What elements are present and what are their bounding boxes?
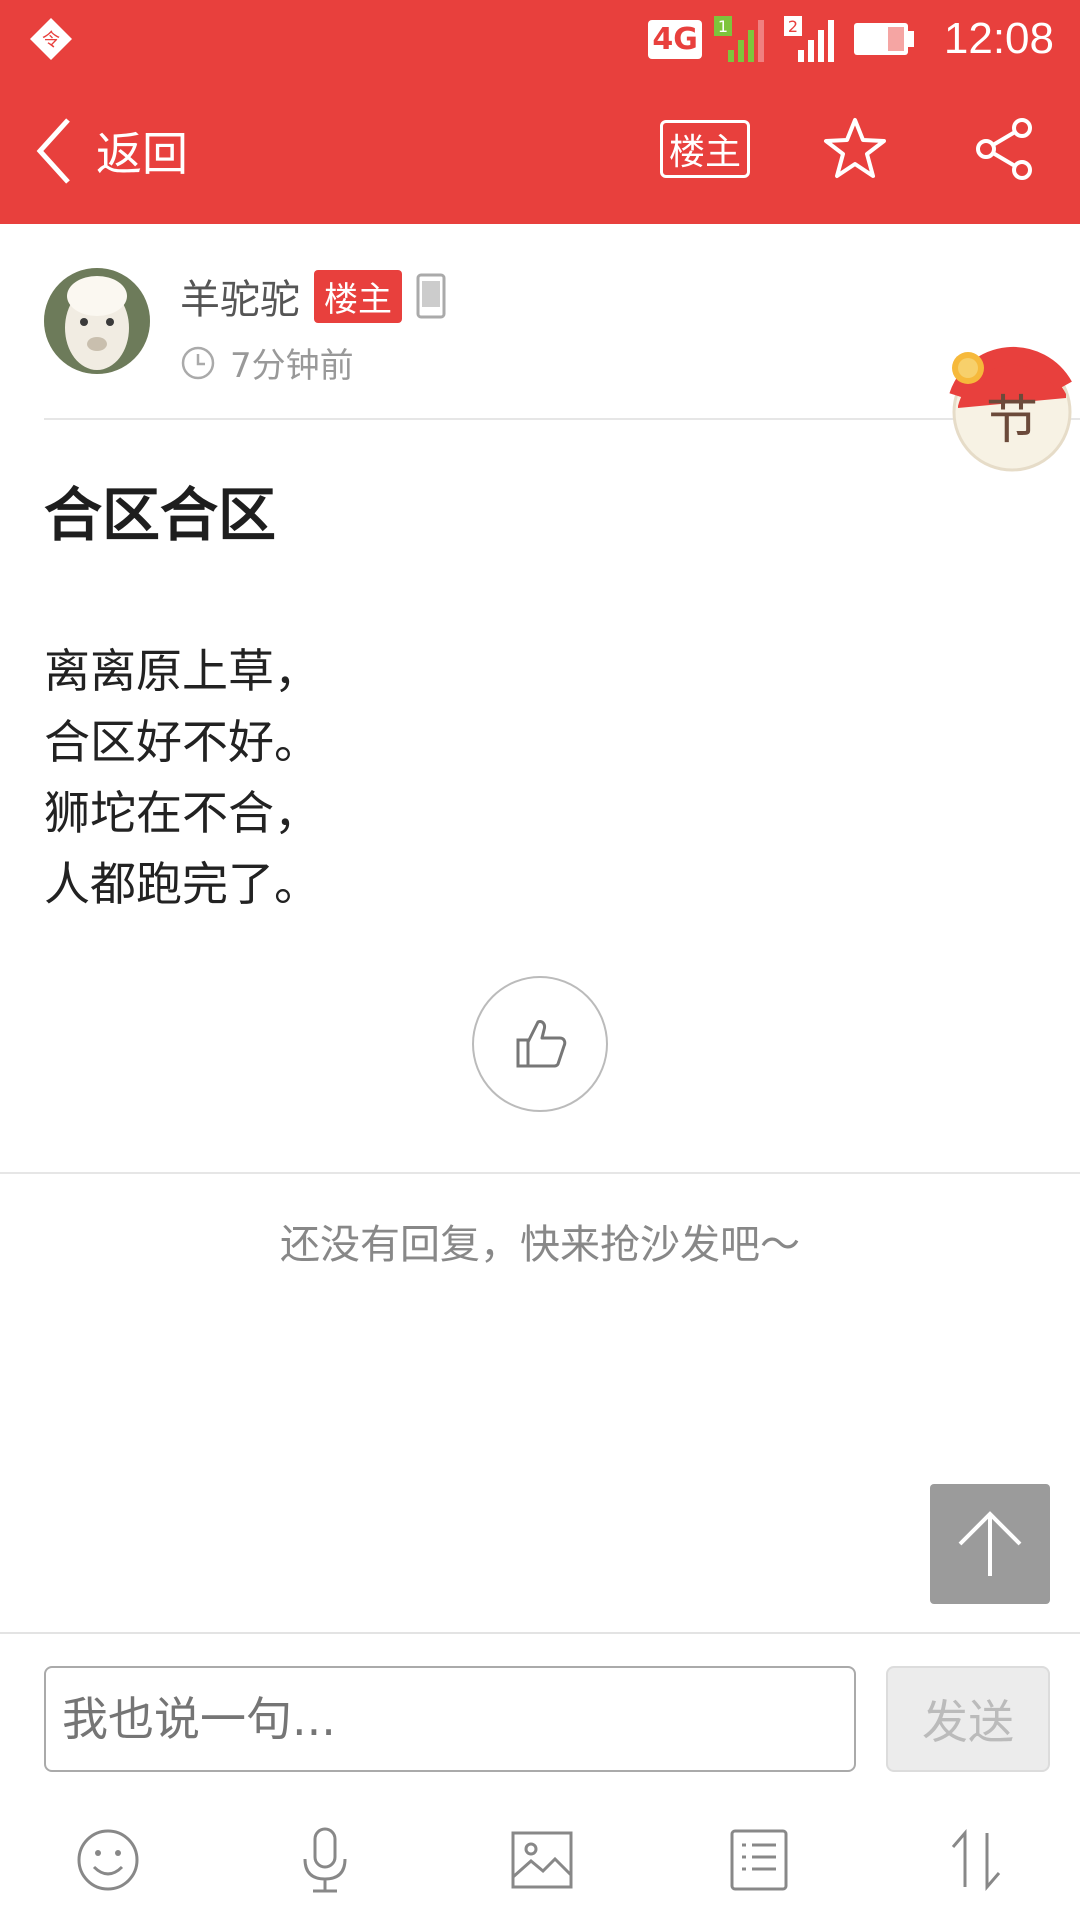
festival-badge-icon: 节 — [949, 346, 1072, 472]
svg-text:令: 令 — [42, 30, 60, 51]
author-name[interactable]: 羊驼驼 — [180, 267, 300, 325]
status-time: 12:08 — [943, 14, 1054, 63]
star-icon[interactable] — [822, 116, 888, 182]
festival-floating-button[interactable]: 节 — [944, 346, 1074, 476]
top-navbar: 返回 楼主 — [0, 78, 1080, 224]
status-right: 4G 1 2 12:08 — [648, 10, 1054, 68]
sim2-label: 2 — [788, 17, 798, 36]
no-reply-message: 还没有回复，快来抢沙发吧～ — [280, 1222, 800, 1268]
festival-label: 节 — [986, 391, 1038, 451]
emoji-button[interactable] — [68, 1820, 148, 1900]
arrow-up-icon — [958, 1511, 1022, 1576]
signal-icon: 1 — [713, 16, 764, 62]
reply-input[interactable] — [44, 1666, 856, 1772]
divider — [0, 1172, 1080, 1174]
author-name-row: 羊驼驼 楼主 — [180, 266, 446, 326]
phone-icon — [416, 273, 446, 319]
app-notification-icon: 令 — [30, 18, 72, 60]
clock-icon — [181, 346, 215, 379]
network-type-badge: 4G — [648, 19, 702, 59]
send-button[interactable]: 发送 — [886, 1666, 1050, 1772]
divider — [44, 418, 1080, 420]
composer-toolbar — [0, 1810, 1080, 1910]
emoji-icon — [77, 1829, 139, 1891]
only-op-filter-button[interactable]: 楼主 — [660, 120, 750, 178]
author-header: 羊驼驼 楼主 7分钟前 — [0, 224, 1080, 420]
post-time-row: 7分钟前 — [180, 338, 354, 387]
list-button[interactable] — [719, 1820, 799, 1900]
reply-composer: 发送 — [0, 1632, 1080, 1920]
post-line: 合区好不好。 — [44, 715, 320, 769]
image-button[interactable] — [502, 1820, 582, 1900]
post-body: 离离原上草， 合区好不好。 狮坨在不合， 人都跑完了。 — [44, 636, 320, 920]
thumbs-up-icon — [516, 1020, 567, 1068]
sim1-label: 1 — [718, 17, 728, 36]
share-icon[interactable] — [972, 116, 1038, 182]
alpaca-avatar-icon — [44, 268, 150, 374]
network-type-label: 4G — [652, 21, 698, 57]
post-title: 合区合区 — [44, 481, 277, 549]
post-line: 人都跑完了。 — [44, 857, 320, 911]
list-icon — [730, 1829, 788, 1891]
post-line: 离离原上草， — [44, 644, 320, 698]
back-button[interactable]: 返回 — [34, 114, 188, 188]
back-label: 返回 — [96, 127, 188, 181]
like-button[interactable] — [472, 976, 608, 1112]
post-line: 狮坨在不合， — [44, 786, 320, 840]
microphone-icon — [303, 1827, 347, 1893]
sort-icon — [951, 1828, 1001, 1892]
posted-ago: 7分钟前 — [230, 346, 354, 386]
status-bar: 令 4G 1 2 12:08 — [0, 0, 1080, 78]
image-icon — [511, 1831, 573, 1889]
scroll-to-top-button[interactable] — [930, 1484, 1050, 1604]
sort-button[interactable] — [936, 1820, 1016, 1900]
battery-icon — [853, 23, 914, 55]
voice-button[interactable] — [285, 1820, 365, 1900]
back-chevron-icon — [36, 118, 70, 184]
avatar[interactable] — [44, 268, 150, 374]
signal-icon-sim2: 2 — [783, 16, 834, 62]
op-badge: 楼主 — [314, 269, 402, 323]
